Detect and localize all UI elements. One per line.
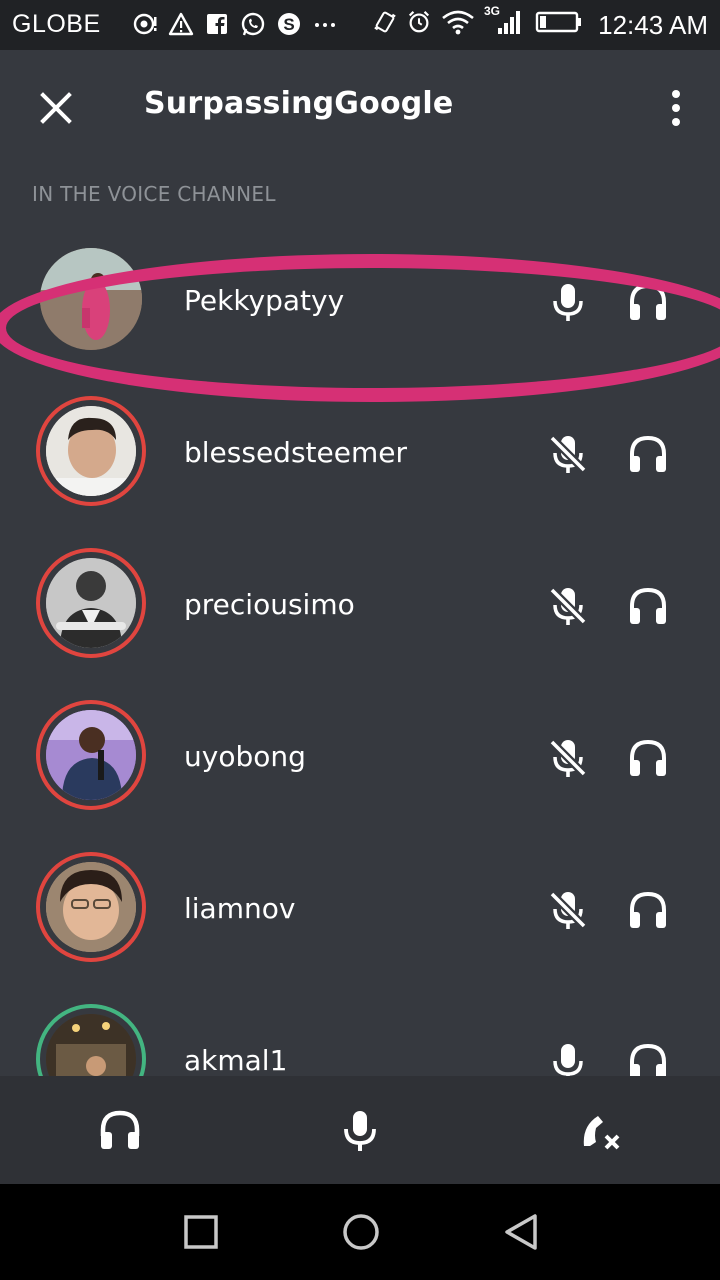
list-item[interactable]: preciousimo — [0, 530, 720, 682]
network-type-label: 3G — [484, 4, 501, 18]
voice-controls-bar — [0, 1076, 720, 1184]
headset-icon[interactable] — [626, 736, 670, 780]
member-name: blessedsteemer — [184, 436, 407, 469]
member-name: uyobong — [184, 740, 306, 773]
disconnect-call-icon[interactable] — [576, 1106, 624, 1154]
whatsapp-icon — [240, 10, 266, 38]
list-item[interactable]: Pekkypatyy — [0, 226, 720, 378]
microphone-icon[interactable] — [546, 280, 590, 324]
more-dots-icon — [312, 10, 338, 38]
headset-icon[interactable] — [626, 280, 670, 324]
headset-icon[interactable] — [626, 432, 670, 476]
clock: 12:43 AM — [598, 10, 708, 40]
headset-icon[interactable] — [96, 1106, 144, 1154]
recents-square-icon[interactable] — [177, 1208, 225, 1256]
list-item[interactable]: blessedsteemer — [0, 378, 720, 530]
avatar[interactable] — [36, 852, 146, 962]
skype-icon: S — [276, 10, 302, 38]
section-label: IN THE VOICE CHANNEL — [32, 182, 276, 206]
headset-icon[interactable] — [626, 1040, 670, 1076]
member-name: preciousimo — [184, 588, 355, 621]
muted-microphone-icon[interactable] — [546, 432, 590, 476]
notification-icons: S — [132, 10, 338, 38]
avatar[interactable] — [36, 396, 146, 506]
list-item[interactable]: liamnov — [0, 834, 720, 986]
app-header: SurpassingGoogle — [0, 50, 720, 160]
more-vertical-icon[interactable] — [660, 86, 692, 130]
muted-microphone-icon[interactable] — [546, 584, 590, 628]
headset-icon[interactable] — [626, 584, 670, 628]
headset-icon[interactable] — [626, 888, 670, 932]
tether-icon — [132, 10, 158, 38]
avatar[interactable] — [36, 1004, 146, 1076]
list-item[interactable]: akmal1 — [0, 986, 720, 1076]
avatar[interactable] — [36, 244, 146, 354]
muted-microphone-icon[interactable] — [546, 888, 590, 932]
home-circle-icon[interactable] — [337, 1208, 385, 1256]
member-name: liamnov — [184, 892, 296, 925]
member-name: akmal1 — [184, 1044, 288, 1076]
system-icons: 3G — [372, 4, 584, 36]
microphone-icon[interactable] — [546, 1040, 590, 1076]
avatar[interactable] — [36, 548, 146, 658]
wifi-icon — [440, 8, 476, 36]
close-icon[interactable] — [34, 86, 78, 130]
voice-member-list: Pekkypatyy blessedsteemer preciousimo uy… — [0, 226, 720, 1076]
list-item[interactable]: uyobong — [0, 682, 720, 834]
back-triangle-icon[interactable] — [497, 1208, 545, 1256]
muted-microphone-icon[interactable] — [546, 736, 590, 780]
status-bar: GLOBE S 3G 12:43 AM — [0, 0, 720, 50]
warning-icon — [168, 10, 194, 38]
microphone-icon[interactable] — [336, 1106, 384, 1154]
carrier-label: GLOBE — [12, 10, 101, 38]
signal-icon: 3G — [484, 4, 524, 36]
system-nav-bar — [0, 1184, 720, 1280]
vibrate-icon — [372, 8, 398, 36]
facebook-icon — [204, 10, 230, 38]
channel-title: SurpassingGoogle — [144, 86, 454, 121]
battery-icon — [532, 8, 584, 36]
svg-text:S: S — [283, 15, 294, 34]
alarm-icon — [406, 8, 432, 36]
member-name: Pekkypatyy — [184, 284, 345, 317]
avatar[interactable] — [36, 700, 146, 810]
